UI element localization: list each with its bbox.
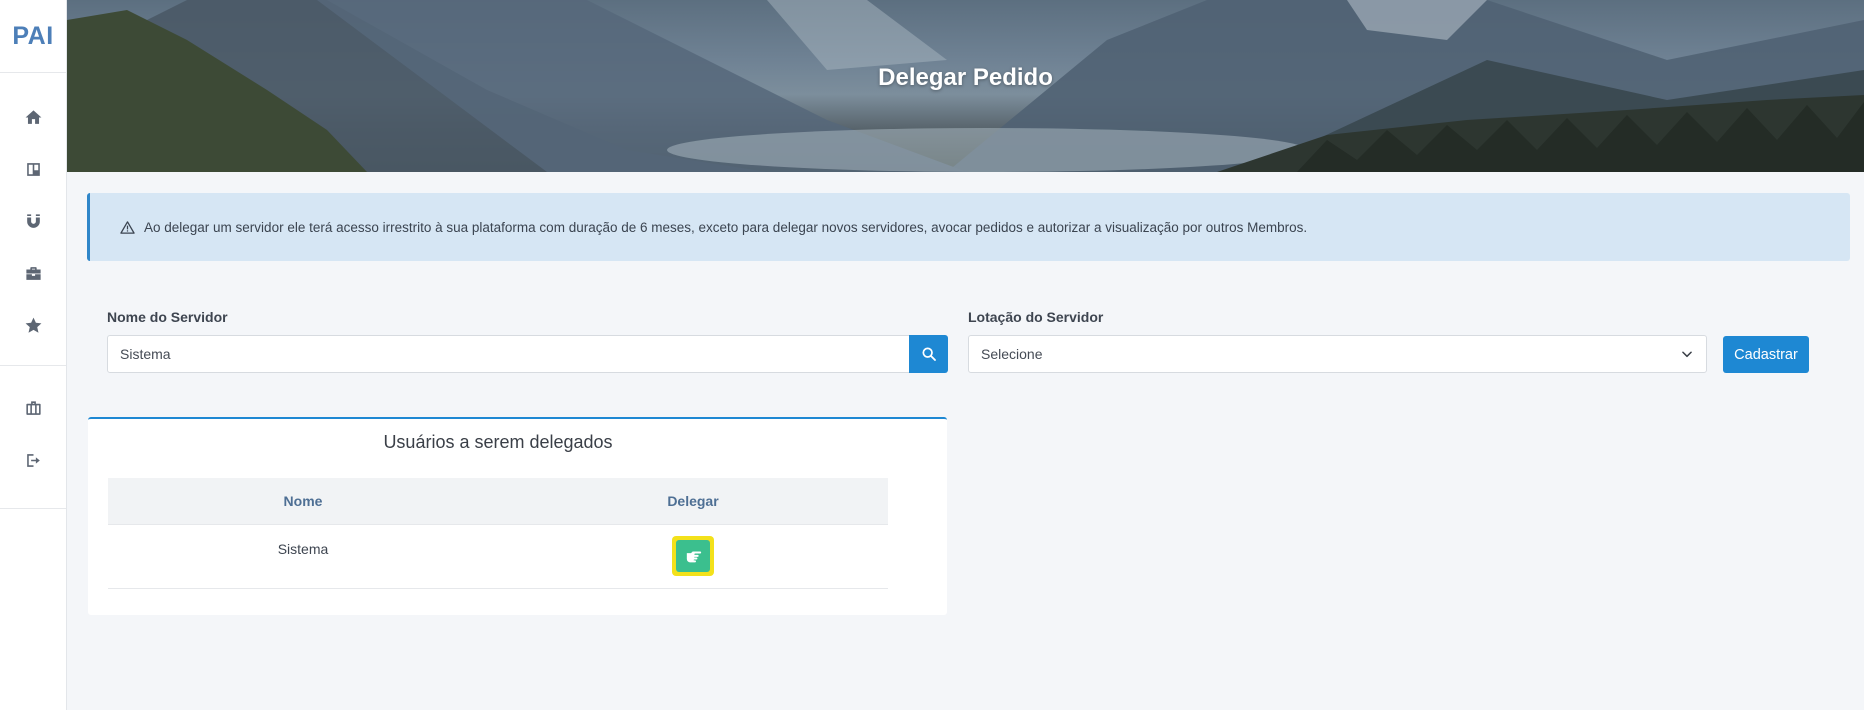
table-row: Sistema [108, 523, 888, 589]
sidebar-item-logout[interactable] [0, 434, 66, 486]
register-button[interactable]: Cadastrar [1723, 336, 1809, 373]
row-name-cell: Sistema [108, 523, 498, 589]
page-title: Delegar Pedido [878, 64, 1053, 91]
sidebar-item-home[interactable] [0, 91, 66, 143]
alert-text: Ao delegar um servidor ele terá acesso i… [144, 219, 1308, 235]
sidebar-item-board[interactable] [0, 143, 66, 195]
row-delegate-cell [498, 523, 888, 589]
delegated-users-table: Nome Delegar Sistema [108, 478, 888, 589]
sidebar: PAI [0, 0, 67, 710]
warning-alert: Ao delegar um servidor ele terá acesso i… [87, 193, 1850, 261]
home-icon [25, 109, 41, 124]
search-icon [921, 347, 936, 361]
delegate-button[interactable] [676, 540, 710, 572]
server-location-value: Selecione [981, 346, 1043, 362]
kanban-icon [26, 162, 40, 176]
logout-icon [26, 453, 40, 467]
magnet-icon [26, 213, 40, 228]
hand-pointing-icon [686, 551, 701, 562]
search-button[interactable] [909, 335, 948, 373]
delegate-button-highlight[interactable] [672, 536, 714, 576]
table-header-row: Nome Delegar [108, 478, 888, 524]
server-name-label: Nome do Servidor [107, 309, 228, 325]
card-title: Usuários a serem delegados [383, 432, 613, 452]
hero-banner: Delegar Pedido [67, 0, 1864, 172]
star-icon [25, 317, 41, 333]
chevron-down-icon [1682, 351, 1692, 358]
briefcase-icon [25, 266, 41, 280]
sidebar-primary-nav [0, 73, 66, 366]
column-header-name: Nome [283, 492, 323, 509]
sidebar-item-magnet[interactable] [0, 195, 66, 247]
sidebar-item-suitcase[interactable] [0, 382, 66, 434]
sidebar-secondary-nav [0, 366, 66, 509]
suitcase-icon [25, 400, 41, 415]
column-header-delegate: Delegar [667, 492, 719, 509]
server-location-label: Lotação do Servidor [968, 309, 1104, 325]
sidebar-item-favorites[interactable] [0, 299, 66, 351]
app-logo[interactable]: PAI [0, 0, 66, 73]
delegated-users-card: Usuários a serem delegados Nome Delegar … [88, 417, 947, 615]
server-location-select[interactable]: Selecione [968, 335, 1707, 373]
server-name-value: Sistema [120, 346, 171, 362]
warning-icon [120, 220, 135, 234]
server-name-input[interactable]: Sistema [107, 335, 910, 373]
sidebar-item-briefcase[interactable] [0, 247, 66, 299]
